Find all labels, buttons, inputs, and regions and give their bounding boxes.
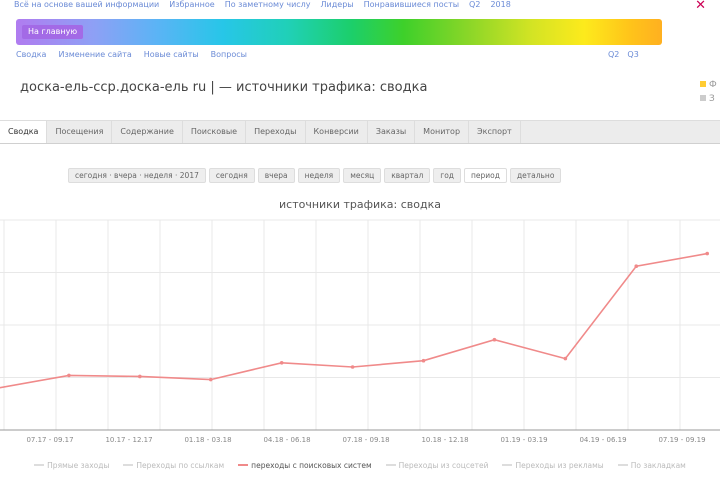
tab-2[interactable]: Посещения: [47, 121, 113, 143]
legend-label: переходы с поисковых систем: [251, 460, 372, 470]
tab-3[interactable]: Содержание: [112, 121, 183, 143]
top-link[interactable]: Всё на основе вашей информации: [14, 0, 159, 12]
chart-legend: Прямые заходы Переходы по ссылкам переходы…: [0, 456, 720, 474]
period-selector: сегодня · вчера · неделя · 2017 сегодня вч…: [68, 168, 562, 183]
legend-item[interactable]: Прямые заходы: [30, 456, 113, 474]
top-link[interactable]: 2018: [490, 0, 510, 12]
x-tick-label: 07.19 - 09.19: [658, 436, 705, 444]
legend-item[interactable]: переходы с поисковых систем: [234, 456, 375, 474]
period-button[interactable]: детально: [509, 168, 562, 183]
x-tick-label: 01.19 - 03.19: [500, 436, 547, 444]
side-legend-item[interactable]: Ф: [700, 78, 720, 92]
data-point: [279, 361, 284, 365]
legend-item[interactable]: Переходы из соцсетей: [382, 456, 493, 474]
sub-link-right[interactable]: Q2: [608, 50, 619, 59]
sub-link[interactable]: Вопросы: [211, 50, 247, 59]
period-button[interactable]: сегодня: [208, 168, 255, 183]
legend-label: Переходы по ссылкам: [136, 460, 225, 470]
legend-item[interactable]: По закладкам: [614, 456, 690, 474]
data-point: [67, 373, 71, 378]
period-button[interactable]: год: [433, 168, 461, 183]
legend-swatch: [617, 464, 628, 466]
sub-links: Сводка Изменение сайта Новые сайты Вопросы: [16, 50, 247, 59]
sub-link[interactable]: Сводка: [16, 50, 46, 59]
period-button[interactable]: период: [464, 168, 507, 183]
close-icon[interactable]: ✕: [695, 0, 706, 13]
sub-link[interactable]: Изменение сайта: [58, 50, 131, 59]
period-button[interactable]: сегодня · вчера · неделя · 2017: [68, 168, 206, 183]
top-link[interactable]: По заметному числу: [225, 0, 311, 12]
top-link[interactable]: Лидеры: [321, 0, 354, 12]
category-rainbow-bar[interactable]: На главную: [16, 19, 662, 45]
tab-bar: Сводка Посещения Содержание Поисковые Перехо…: [0, 120, 720, 144]
data-point: [634, 264, 639, 268]
line-chart: 07.17 - 09.17 10.17 - 12.17 01.18 - 03.18 0…: [0, 219, 720, 444]
x-tick-label: 07.17 - 09.17: [26, 436, 73, 444]
x-tick-label: 10.18 - 12.18: [421, 436, 468, 444]
data-point: [138, 374, 142, 379]
tab-5[interactable]: Переходы: [246, 121, 306, 143]
legend-label: Переходы из соцсетей: [398, 460, 489, 470]
legend-swatch: [123, 464, 134, 466]
tab-9[interactable]: Экспорт: [469, 121, 521, 143]
x-tick-label: 04.19 - 06.19: [579, 436, 626, 444]
sub-link[interactable]: Новые сайты: [144, 50, 199, 59]
period-button[interactable]: вчера: [257, 168, 295, 183]
top-link[interactable]: Понравившиеся посты: [364, 0, 459, 12]
tab-4[interactable]: Поисковые: [183, 121, 247, 143]
top-link[interactable]: Избранное: [169, 0, 214, 12]
legend-swatch: [238, 464, 249, 466]
legend-swatch: [502, 464, 513, 466]
sub-link-right[interactable]: Q3: [627, 50, 638, 59]
data-point: [208, 377, 213, 382]
data-point: [705, 251, 709, 256]
legend-label: Прямые заходы: [47, 460, 110, 470]
x-tick-label: 10.17 - 12.17: [105, 436, 152, 444]
legend-swatch: [34, 464, 45, 466]
tab-7[interactable]: Заказы: [368, 121, 416, 143]
tab-6[interactable]: Конверсии: [306, 121, 368, 143]
side-legend: Ф З: [700, 78, 720, 106]
data-point: [421, 358, 426, 363]
side-legend-item[interactable]: З: [700, 92, 720, 106]
legend-item[interactable]: Переходы по ссылкам: [119, 456, 228, 474]
chart-title: источники трафика: сводка: [279, 198, 441, 211]
tab-1[interactable]: Сводка: [0, 121, 48, 143]
data-point: [492, 337, 497, 342]
legend-swatch: [385, 464, 396, 466]
legend-label: По закладкам: [630, 460, 686, 470]
page-title: доска-ель-сcp.доска-ель ru | — источники…: [20, 80, 428, 95]
period-button[interactable]: неделя: [297, 168, 341, 183]
x-tick-label: 07.18 - 09.18: [342, 436, 389, 444]
tab-8[interactable]: Монитор: [415, 121, 470, 143]
top-link[interactable]: Q2: [469, 0, 480, 12]
period-button[interactable]: месяц: [343, 168, 382, 183]
data-point: [350, 365, 355, 369]
period-button[interactable]: квартал: [384, 168, 431, 183]
rainbow-badge[interactable]: На главную: [22, 25, 84, 39]
legend-label: Переходы из рекламы: [515, 460, 604, 470]
sub-links-right: Q2 Q3: [608, 50, 639, 59]
legend-item[interactable]: Переходы из рекламы: [498, 456, 607, 474]
x-tick-label: 04.18 - 06.18: [263, 436, 310, 444]
x-tick-label: 01.18 - 03.18: [184, 436, 231, 444]
data-point: [563, 356, 568, 361]
top-links: Всё на основе вашей информации Избранное П…: [14, 0, 511, 12]
